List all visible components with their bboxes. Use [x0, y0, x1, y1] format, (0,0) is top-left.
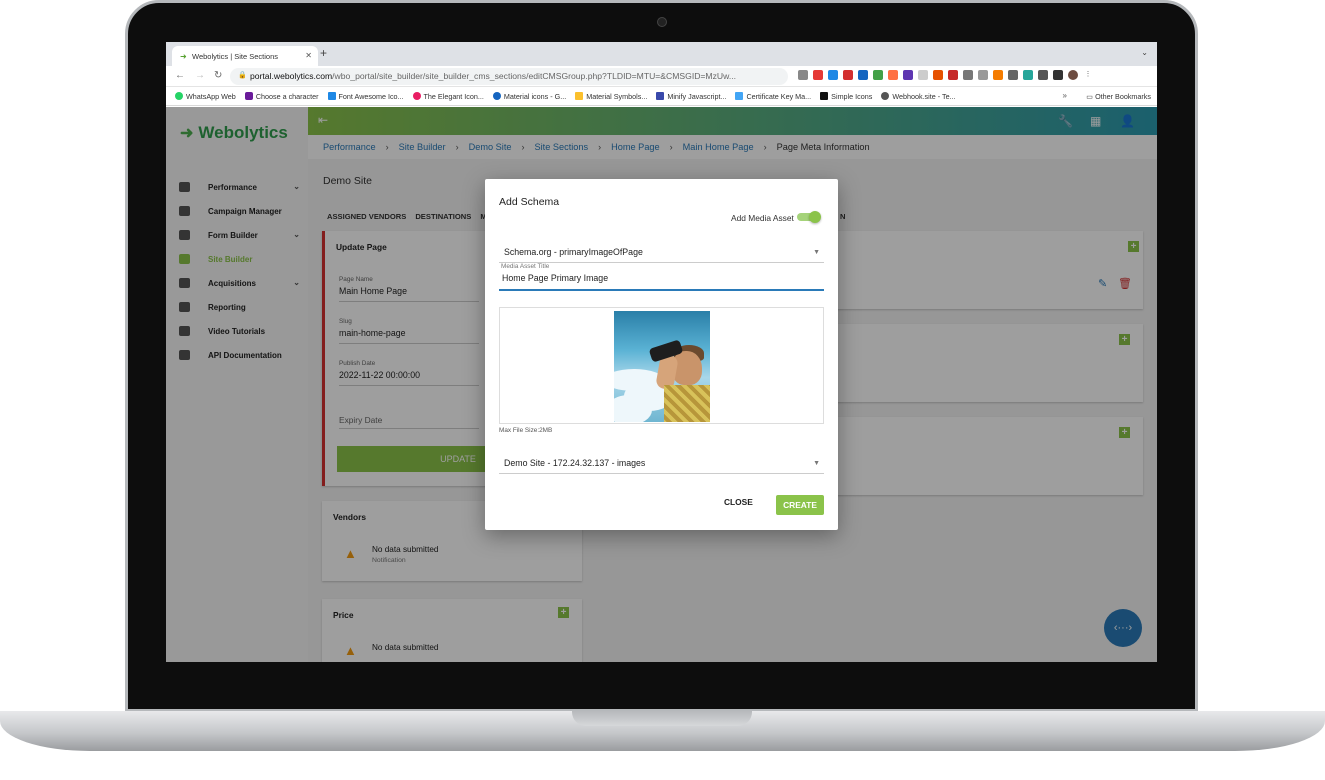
- laptop-notch: [572, 711, 752, 726]
- extension-icon[interactable]: [948, 70, 958, 80]
- address-bar[interactable]: 🔒 portal.webolytics.com/wbo_portal/site_…: [230, 68, 788, 85]
- tab-title: Webolytics | Site Sections: [192, 52, 279, 61]
- folder-icon: ▭: [1086, 92, 1094, 101]
- url-path: /wbo_portal/site_builder/site_builder_cm…: [332, 71, 736, 81]
- extension-icon[interactable]: [963, 70, 973, 80]
- extension-icon[interactable]: [1008, 70, 1018, 80]
- new-tab-icon[interactable]: +: [320, 46, 327, 60]
- media-asset-title-input[interactable]: Home Page Primary Image: [499, 269, 824, 291]
- elegant-icon: [412, 92, 421, 100]
- bookmarks-more-icon[interactable]: »: [1063, 91, 1067, 100]
- chevron-down-icon[interactable]: ⌄: [1141, 48, 1148, 57]
- bookmark-item[interactable]: WhatsApp Web: [175, 92, 236, 101]
- webolytics-favicon-icon: ➜: [180, 52, 187, 61]
- url-host: portal.webolytics.com: [250, 71, 333, 81]
- back-icon[interactable]: ←: [175, 70, 185, 81]
- reload-icon[interactable]: ↻: [214, 70, 222, 81]
- shirt-shape: [664, 385, 710, 422]
- sidepanel-icon[interactable]: [1053, 70, 1063, 80]
- bookmark-item[interactable]: Minify Javascript...: [656, 92, 726, 101]
- minify-icon: [656, 92, 665, 100]
- toggle-knob: [809, 211, 821, 223]
- extension-icon[interactable]: [828, 70, 838, 80]
- forward-icon[interactable]: →: [195, 70, 205, 81]
- extension-icon[interactable]: [798, 70, 808, 80]
- flag-icon: [327, 92, 336, 100]
- create-button[interactable]: CREATE: [776, 495, 824, 515]
- extension-icon[interactable]: [843, 70, 853, 80]
- extension-icon[interactable]: [993, 70, 1003, 80]
- browser-tab[interactable]: ➜ Webolytics | Site Sections ✕: [172, 46, 318, 66]
- bookmark-item[interactable]: Certificate Key Ma...: [735, 92, 811, 101]
- bookmark-item[interactable]: The Elegant Icon...: [412, 92, 484, 101]
- dropdown-arrow-icon: ▼: [813, 460, 820, 467]
- bookmark-item[interactable]: Material icons - G...: [492, 92, 566, 101]
- close-icon[interactable]: ✕: [305, 51, 312, 60]
- shield-icon: [735, 92, 744, 100]
- schema-select[interactable]: Schema.org - primaryImageOfPage ▼: [499, 243, 824, 263]
- puzzle-icon[interactable]: [1038, 70, 1048, 80]
- dialog-title: Add Schema: [499, 196, 560, 208]
- extension-icon[interactable]: [873, 70, 883, 80]
- simple-icons-icon: [820, 92, 829, 100]
- extension-icon[interactable]: [858, 70, 868, 80]
- extension-icon[interactable]: [978, 70, 988, 80]
- browser-tabbar: ➜ Webolytics | Site Sections ✕ + ⌄: [166, 42, 1157, 66]
- extension-icons: ⋮: [798, 70, 1093, 80]
- bookmark-item[interactable]: Webhook.site - Te...: [881, 92, 956, 101]
- more-vert-icon[interactable]: ⋮: [1083, 70, 1093, 80]
- symbols-icon: [575, 92, 584, 100]
- folder-select[interactable]: Demo Site - 172.24.32.137 - images ▼: [499, 454, 824, 474]
- lock-icon: 🔒: [238, 72, 247, 79]
- chat-icon: [244, 92, 253, 100]
- toggle-label: Add Media Asset: [731, 213, 794, 223]
- extension-icon[interactable]: [918, 70, 928, 80]
- extension-icon[interactable]: [903, 70, 913, 80]
- image-dropzone[interactable]: [499, 307, 824, 424]
- webhook-icon: [881, 92, 890, 100]
- bookmark-item[interactable]: Simple Icons: [820, 92, 872, 101]
- browser-toolbar: ← → ↻ 🔒 portal.webolytics.com/wbo_portal…: [166, 66, 1157, 87]
- add-media-asset-toggle[interactable]: [797, 211, 821, 223]
- extension-icon[interactable]: [888, 70, 898, 80]
- webcam-icon: [657, 17, 667, 27]
- extension-icon[interactable]: [813, 70, 823, 80]
- add-schema-dialog: Add Schema Add Media Asset Schema.org - …: [485, 179, 838, 530]
- material-icon: [492, 92, 501, 100]
- bookmark-item[interactable]: Material Symbols...: [575, 92, 647, 101]
- bookmark-item[interactable]: Font Awesome Ico...: [327, 92, 404, 101]
- close-button[interactable]: CLOSE: [724, 497, 753, 507]
- image-preview: [614, 311, 710, 422]
- dropdown-arrow-icon: ▼: [813, 249, 820, 256]
- extension-icon[interactable]: [933, 70, 943, 80]
- whatsapp-icon: [175, 92, 183, 100]
- screen: ➜ Webolytics | Site Sections ✕ + ⌄ ← → ↻…: [166, 42, 1157, 662]
- bookmarks-bar: WhatsApp Web Choose a character Font Awe…: [166, 87, 1157, 106]
- max-file-size-text: Max File Size:2MB: [499, 427, 553, 434]
- extension-icon[interactable]: [1023, 70, 1033, 80]
- other-bookmarks[interactable]: ▭ Other Bookmarks: [1086, 92, 1151, 101]
- bookmark-item[interactable]: Choose a character: [244, 92, 319, 101]
- avatar[interactable]: [1068, 70, 1078, 80]
